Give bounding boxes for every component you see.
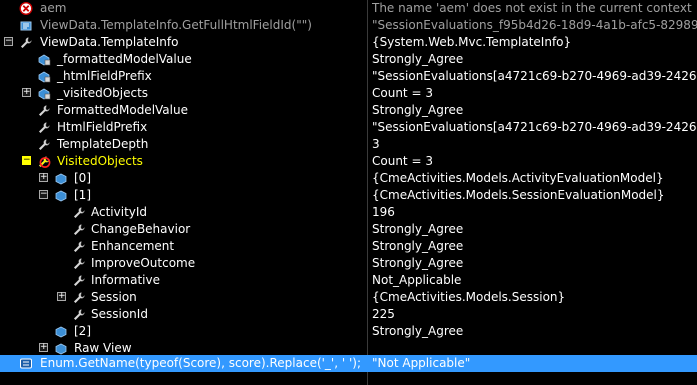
watch-row-item-1[interactable]: − [1] {CmeActivities.Models.SessionEvalu…: [0, 187, 697, 204]
error-icon: [19, 2, 33, 15]
wrench-icon: [73, 258, 85, 270]
watch-value: Strongly_Agree: [372, 222, 464, 236]
watch-value: "Not Applicable": [372, 356, 471, 370]
watch-name: SessionId: [91, 307, 148, 321]
collapse-toggle-icon[interactable]: −: [39, 190, 48, 199]
watch-value: Count = 3: [372, 86, 433, 100]
method-call-icon: [20, 21, 32, 31]
wrench-icon: [73, 309, 85, 321]
watch-name: Enum.GetName(typeof(Score), score).Repla…: [40, 356, 361, 370]
expand-toggle-icon[interactable]: +: [22, 88, 31, 97]
watch-row-changebehavior[interactable]: ChangeBehavior Strongly_Agree: [0, 221, 697, 238]
watch-value: {CmeActivities.Models.SessionEvaluationM…: [372, 188, 665, 202]
collapse-toggle-icon[interactable]: −: [22, 156, 31, 165]
watch-value: Strongly_Agree: [372, 324, 464, 338]
watch-name: aem: [40, 1, 67, 15]
watch-value: Strongly_Agree: [372, 256, 464, 270]
private-field-icon: [38, 88, 51, 100]
watch-row-session[interactable]: + Session {CmeActivities.Models.Session}: [0, 289, 697, 306]
watch-value: 3: [372, 137, 380, 151]
wrench-icon: [38, 139, 50, 151]
expand-toggle-icon[interactable]: +: [39, 173, 48, 182]
watch-value: {CmeActivities.Models.Session}: [372, 290, 566, 304]
watch-value: "SessionEvaluations_f95b4d26-18d9-4a1b-a…: [372, 18, 697, 32]
expand-toggle-icon[interactable]: +: [57, 292, 66, 301]
watch-name: VisitedObjects: [57, 154, 143, 168]
watch-name: [1]: [74, 188, 91, 202]
wrench-icon: [73, 241, 85, 253]
watch-value: 196: [372, 205, 395, 219]
wrench-icon: [38, 122, 50, 134]
watch-row-formattedmodelvalue[interactable]: FormattedModelValue Strongly_Agree: [0, 102, 697, 119]
watch-row-activityid[interactable]: ActivityId 196: [0, 204, 697, 221]
watch-value: 225: [372, 307, 395, 321]
watch-value: Not_Applicable: [372, 273, 462, 287]
watch-name: HtmlFieldPrefix: [57, 120, 148, 134]
wrench-icon: [38, 105, 50, 117]
private-field-icon: [38, 71, 51, 83]
watch-name: FormattedModelValue: [57, 103, 188, 117]
watch-name: [0]: [74, 171, 91, 185]
wrench-icon: [73, 275, 85, 287]
watch-row-getfullhtmlfieldid[interactable]: ViewData.TemplateInfo.GetFullHtmlFieldId…: [0, 17, 697, 34]
watch-row-visitedobjects-field[interactable]: + _visitedObjects Count = 3: [0, 85, 697, 102]
watch-name: ViewData.TemplateInfo.GetFullHtmlFieldId…: [40, 18, 312, 32]
watch-name: ChangeBehavior: [91, 222, 191, 236]
watch-name: ImproveOutcome: [91, 256, 196, 270]
watch-row-visitedobjects[interactable]: − VisitedObjects Count = 3: [0, 153, 697, 170]
watch-row-improveoutcome[interactable]: ImproveOutcome Strongly_Agree: [0, 255, 697, 272]
watch-row-item-0[interactable]: + [0] {CmeActivities.Models.ActivityEval…: [0, 170, 697, 187]
watch-name: Session: [91, 290, 137, 304]
collapse-toggle-icon[interactable]: −: [4, 37, 13, 46]
watch-row-htmlfieldprefix[interactable]: HtmlFieldPrefix "SessionEvaluations[a472…: [0, 119, 697, 136]
wrench-icon: [73, 224, 85, 236]
watch-row-enhancement[interactable]: Enhancement Strongly_Agree: [0, 238, 697, 255]
expression-icon: [20, 358, 32, 369]
watch-name: _htmlFieldPrefix: [57, 69, 152, 83]
expand-toggle-icon[interactable]: +: [39, 343, 48, 352]
watch-value: {CmeActivities.Models.ActivityEvaluation…: [372, 171, 664, 185]
watch-row-item-2[interactable]: [2] Strongly_Agree: [0, 323, 697, 340]
watch-value: Count = 3: [372, 154, 433, 168]
watch-name: Enhancement: [91, 239, 175, 253]
value-cell: The name 'aem' does not exist in the cur…: [372, 0, 697, 17]
name-cell: aem: [0, 0, 367, 17]
watch-name: _visitedObjects: [57, 86, 149, 100]
watch-name: TemplateDepth: [57, 137, 149, 151]
watch-name: _formattedModelValue: [57, 52, 192, 66]
watch-value: "SessionEvaluations[a4721c69-b270-4969-a…: [372, 69, 697, 83]
watch-name: Informative: [91, 273, 160, 287]
watch-row-sessionid[interactable]: SessionId 225: [0, 306, 697, 323]
object-icon: [55, 326, 67, 338]
watch-row-templatedepth[interactable]: TemplateDepth 3: [0, 136, 697, 153]
raw-view-icon: [55, 343, 67, 355]
wrench-icon: [73, 207, 85, 219]
wrench-icon: [73, 292, 85, 304]
watch-row-formattedmodelvalue-field[interactable]: _formattedModelValue Strongly_Agree: [0, 51, 697, 68]
watch-name: ActivityId: [91, 205, 148, 219]
watch-row-templateinfo[interactable]: − ViewData.TemplateInfo {System.Web.Mvc.…: [0, 34, 697, 51]
watch-value: Strongly_Agree: [372, 103, 464, 117]
watch-row-informative[interactable]: Informative Not_Applicable: [0, 272, 697, 289]
watch-row-enum-getname-selected[interactable]: Enum.GetName(typeof(Score), score).Repla…: [0, 355, 697, 372]
watch-value: "SessionEvaluations[a4721c69-b270-4969-a…: [372, 120, 697, 134]
object-icon: [55, 190, 67, 202]
watch-window: aem The name 'aem' does not exist in the…: [0, 0, 697, 385]
watch-name: ViewData.TemplateInfo: [40, 35, 179, 49]
watch-name: [2]: [74, 324, 91, 338]
watch-row-aem[interactable]: aem The name 'aem' does not exist in the…: [0, 0, 697, 17]
wrench-icon: [20, 37, 32, 49]
watch-value: {System.Web.Mvc.TemplateInfo}: [372, 35, 572, 49]
private-field-icon: [38, 54, 51, 66]
object-icon: [55, 173, 67, 185]
watch-row-htmlfieldprefix-field[interactable]: _htmlFieldPrefix "SessionEvaluations[a47…: [0, 68, 697, 85]
watch-value: The name 'aem' does not exist in the cur…: [372, 1, 692, 15]
watch-value: Strongly_Agree: [372, 52, 464, 66]
wrench-highlight-icon: [38, 156, 51, 168]
watch-value: Strongly_Agree: [372, 239, 464, 253]
